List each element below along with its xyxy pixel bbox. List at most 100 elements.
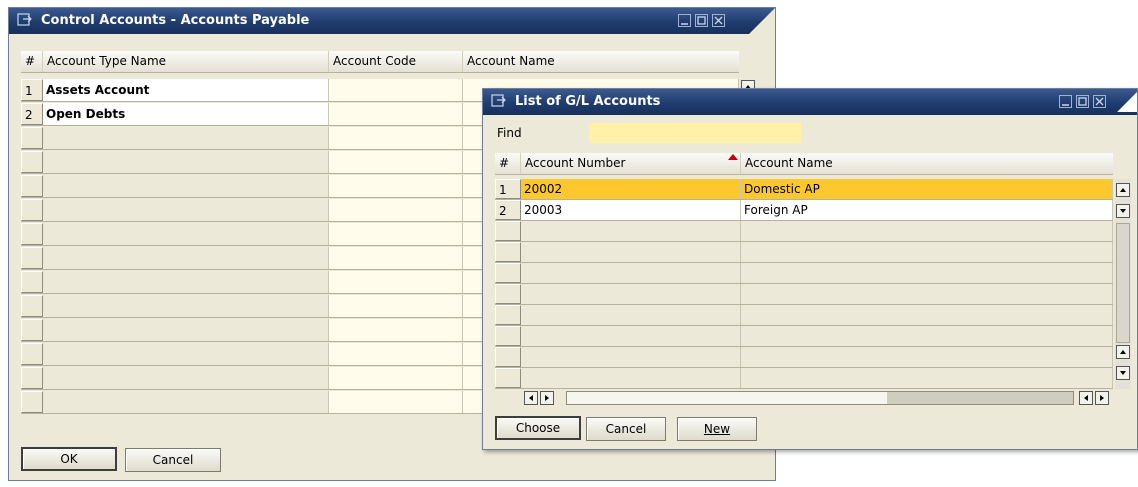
account-code-cell[interactable] <box>329 199 463 221</box>
column-header-number[interactable]: # <box>495 153 521 174</box>
horizontal-scrollbar-thumb[interactable] <box>567 392 887 404</box>
row-number[interactable] <box>21 247 43 269</box>
scroll-up-icon[interactable] <box>1116 345 1130 359</box>
row-number[interactable] <box>21 151 43 173</box>
column-header-account-code[interactable]: Account Code <box>329 51 463 72</box>
table-row[interactable] <box>495 347 1113 368</box>
account-name-cell[interactable] <box>741 242 1113 262</box>
account-number-cell[interactable] <box>521 326 741 346</box>
vertical-scrollbar[interactable] <box>1115 179 1131 389</box>
account-number-cell[interactable] <box>521 221 741 241</box>
table-row[interactable] <box>495 326 1113 347</box>
account-code-cell[interactable] <box>329 127 463 149</box>
row-number[interactable] <box>495 221 521 241</box>
account-code-cell[interactable] <box>329 319 463 341</box>
column-header-account-number[interactable]: Account Number <box>521 153 741 174</box>
close-icon[interactable] <box>1093 95 1106 108</box>
account-number-cell[interactable] <box>521 347 741 367</box>
row-number[interactable] <box>21 175 43 197</box>
ok-button[interactable]: OK <box>21 447 117 471</box>
table-row[interactable] <box>495 263 1113 284</box>
account-code-cell[interactable] <box>329 175 463 197</box>
row-number[interactable] <box>495 242 521 262</box>
row-number[interactable] <box>495 368 521 388</box>
new-button[interactable]: New <box>677 417 757 441</box>
account-code-cell[interactable] <box>329 391 463 413</box>
row-number[interactable] <box>21 319 43 341</box>
row-number[interactable] <box>21 391 43 413</box>
account-code-cell[interactable] <box>329 343 463 365</box>
account-number-cell[interactable]: 20002 <box>521 179 741 199</box>
find-input[interactable] <box>589 123 801 143</box>
account-name-cell[interactable] <box>741 326 1113 346</box>
account-code-cell[interactable] <box>329 295 463 317</box>
row-number[interactable] <box>21 271 43 293</box>
row-number[interactable] <box>495 263 521 283</box>
account-number-cell[interactable]: 20003 <box>521 200 741 220</box>
account-number-cell[interactable] <box>521 284 741 304</box>
account-code-cell[interactable] <box>329 367 463 389</box>
account-name-cell[interactable] <box>741 263 1113 283</box>
account-code-cell[interactable] <box>329 223 463 245</box>
account-name-cell[interactable] <box>741 221 1113 241</box>
table-row[interactable]: 1 20002 Domestic AP <box>495 179 1113 200</box>
scroll-up-icon[interactable] <box>1116 183 1130 197</box>
row-number[interactable] <box>495 305 521 325</box>
table-row[interactable] <box>495 368 1113 389</box>
choose-button[interactable]: Choose <box>495 416 581 440</box>
account-code-cell[interactable] <box>329 247 463 269</box>
scroll-right-icon[interactable] <box>1095 391 1109 405</box>
maximize-icon[interactable] <box>1076 95 1089 108</box>
row-number[interactable] <box>495 347 521 367</box>
account-name-cell[interactable] <box>741 347 1113 367</box>
scroll-left-icon[interactable] <box>524 391 538 405</box>
scroll-down-icon[interactable] <box>1116 366 1130 380</box>
row-number[interactable]: 2 <box>21 103 43 125</box>
scroll-down-icon[interactable] <box>1116 204 1130 218</box>
scroll-right-icon[interactable] <box>540 391 554 405</box>
row-number[interactable]: 1 <box>495 179 521 199</box>
scroll-left-icon[interactable] <box>1079 391 1093 405</box>
table-row[interactable] <box>495 284 1113 305</box>
table-row[interactable] <box>495 242 1113 263</box>
cancel-button[interactable]: Cancel <box>586 417 666 441</box>
maximize-icon[interactable] <box>695 14 708 27</box>
row-number[interactable] <box>495 284 521 304</box>
close-icon[interactable] <box>712 14 725 27</box>
account-code-cell[interactable] <box>329 79 463 101</box>
column-header-account-type-name[interactable]: Account Type Name <box>43 51 329 72</box>
row-number[interactable] <box>21 223 43 245</box>
row-number[interactable] <box>495 326 521 346</box>
row-number[interactable] <box>21 343 43 365</box>
table-row[interactable] <box>495 305 1113 326</box>
account-name-cell[interactable]: Foreign AP <box>741 200 1113 220</box>
account-number-cell[interactable] <box>521 242 741 262</box>
gl-accounts-titlebar[interactable]: List of G/L Accounts <box>483 89 1137 115</box>
horizontal-scrollbar[interactable] <box>521 390 1113 406</box>
horizontal-scroll-track[interactable] <box>566 391 1074 405</box>
column-header-number[interactable]: # <box>21 51 43 72</box>
table-row[interactable]: 2 20003 Foreign AP <box>495 200 1113 221</box>
account-number-cell[interactable] <box>521 305 741 325</box>
column-header-account-name[interactable]: Account Name <box>463 51 739 72</box>
account-code-cell[interactable] <box>329 271 463 293</box>
cancel-button[interactable]: Cancel <box>125 448 221 472</box>
control-accounts-titlebar[interactable]: Control Accounts - Accounts Payable <box>9 8 775 34</box>
row-number[interactable] <box>21 367 43 389</box>
row-number[interactable] <box>21 295 43 317</box>
account-name-cell[interactable] <box>741 305 1113 325</box>
table-row[interactable] <box>495 221 1113 242</box>
row-number[interactable] <box>21 127 43 149</box>
scrollbar-thumb[interactable] <box>1116 223 1130 343</box>
account-name-cell[interactable] <box>741 284 1113 304</box>
row-number[interactable] <box>21 199 43 221</box>
column-header-account-name[interactable]: Account Name <box>741 153 1113 174</box>
account-code-cell[interactable] <box>329 151 463 173</box>
account-number-cell[interactable] <box>521 368 741 388</box>
account-number-cell[interactable] <box>521 263 741 283</box>
row-number[interactable]: 2 <box>495 200 521 220</box>
account-name-cell[interactable] <box>741 368 1113 388</box>
minimize-icon[interactable] <box>1059 95 1072 108</box>
account-code-cell[interactable] <box>329 103 463 125</box>
row-number[interactable]: 1 <box>21 79 43 101</box>
